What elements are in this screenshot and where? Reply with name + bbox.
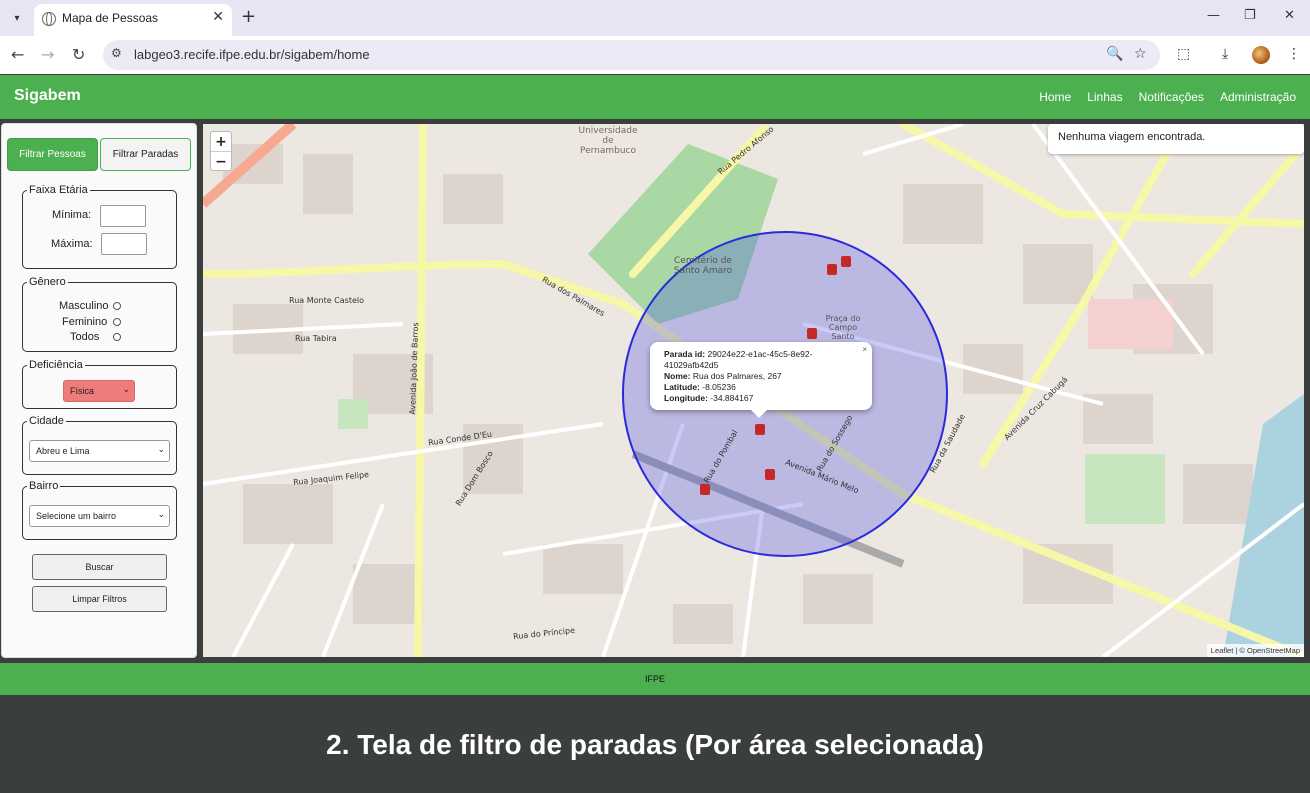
map-label-praca-campo-santo: Praça do Campo Santo <box>825 314 861 341</box>
map-attribution[interactable]: Leaflet | © OpenStreetMap <box>1206 644 1304 657</box>
bairro-select[interactable]: Selecione um bairro ⌄ <box>29 505 170 527</box>
close-window-icon[interactable]: ✕ <box>1284 8 1295 23</box>
popup-close-icon[interactable]: × <box>862 344 867 355</box>
buscar-button[interactable]: Buscar <box>32 554 167 580</box>
bookmark-star-icon[interactable]: ☆ <box>1134 46 1147 62</box>
min-age-label: Mínima: <box>52 209 92 221</box>
filter-sidebar: Filtrar Pessoas Filtrar Paradas Faixa Et… <box>1 123 197 658</box>
popup-lat-label: Latitude: <box>664 382 700 392</box>
zoom-out-button[interactable]: − <box>211 152 231 172</box>
nav-administracao[interactable]: Administração <box>1220 90 1296 104</box>
menu-kebab-icon[interactable]: ⋮ <box>1287 46 1301 62</box>
globe-icon <box>42 12 56 26</box>
forward-icon[interactable]: → <box>41 45 54 64</box>
bairro-value: Selecione um bairro <box>36 511 117 521</box>
screenshot-caption: 2. Tela de filtro de paradas (Por área s… <box>0 696 1310 793</box>
browser-toolbar: ← → ↻ ⚙ labgeo3.recife.ifpe.edu.br/sigab… <box>0 36 1310 74</box>
download-icon[interactable]: ⤓ <box>1222 46 1228 62</box>
profile-avatar[interactable] <box>1252 46 1270 64</box>
max-age-input[interactable] <box>101 233 147 255</box>
faixa-etaria-group: Faixa Etária <box>22 184 177 269</box>
map-label-universidade: Universidade de Pernambuco <box>578 126 638 156</box>
trip-notice: Nenhuma viagem encontrada. <box>1048 124 1304 154</box>
deficiencia-value: Física <box>70 386 95 396</box>
genero-masculino-radio[interactable] <box>113 302 121 310</box>
stop-popup: × Parada id: 29024e22-e1ac-45c5-8e92-410… <box>650 342 872 418</box>
close-tab-icon[interactable]: ✕ <box>212 9 224 25</box>
zoom-icon[interactable]: 🔍 <box>1106 46 1123 62</box>
zoom-control: + − <box>210 131 232 171</box>
popup-nome-row: Nome: Rua dos Palmares, 267 <box>664 371 858 382</box>
tab-title: Mapa de Pessoas <box>62 11 159 25</box>
bairro-legend: Bairro <box>29 480 59 492</box>
brand-logo[interactable]: Sigabem <box>14 87 81 105</box>
cidade-legend: Cidade <box>29 415 64 427</box>
browser-tab[interactable]: Mapa de Pessoas ✕ <box>34 4 232 36</box>
app-header: Sigabem Home Linhas Notificações Adminis… <box>0 75 1310 119</box>
main-nav: Home Linhas Notificações Administração <box>1039 90 1296 104</box>
popup-parada-label: Parada id: <box>664 349 706 359</box>
chevron-down-icon: ⌄ <box>157 444 165 454</box>
faixa-etaria-legend: Faixa Etária <box>29 184 88 196</box>
tab-filtrar-paradas[interactable]: Filtrar Paradas <box>100 138 191 171</box>
back-icon[interactable]: ← <box>11 45 24 64</box>
max-age-label: Máxima: <box>51 238 93 250</box>
genero-masculino-label: Masculino <box>59 300 109 312</box>
tab-search-icon[interactable]: ▾ <box>7 8 27 28</box>
chevron-down-icon: ⌄ <box>157 509 165 519</box>
genero-legend: Gênero <box>29 276 66 288</box>
popup-lat-row: Latitude: -8.05236 <box>664 382 858 393</box>
popup-lat-value: -8.05236 <box>702 382 736 392</box>
genero-todos-label: Todos <box>70 331 100 343</box>
zoom-in-button[interactable]: + <box>211 132 231 152</box>
tab-filtrar-pessoas[interactable]: Filtrar Pessoas <box>7 138 98 171</box>
popup-tip <box>751 410 767 418</box>
deficiencia-select[interactable]: Física ⌄ <box>63 380 135 402</box>
genero-feminino-radio[interactable] <box>113 318 121 326</box>
genero-feminino-label: Feminino <box>62 316 108 328</box>
app-footer: IFPE <box>0 663 1310 695</box>
maximize-icon[interactable]: ❐ <box>1244 8 1256 23</box>
genero-todos-radio[interactable] <box>113 333 121 341</box>
nav-home[interactable]: Home <box>1039 90 1071 104</box>
url-text[interactable]: labgeo3.recife.ifpe.edu.br/sigabem/home <box>134 47 370 62</box>
popup-lon-label: Longitude: <box>664 393 708 403</box>
popup-nome-label: Nome: <box>664 371 691 381</box>
map-label-rua-tabira: Rua Tabira <box>295 334 337 343</box>
map-label-cemiterio: Cemitério de Santo Amaro <box>673 256 733 276</box>
address-bar[interactable]: ⚙ labgeo3.recife.ifpe.edu.br/sigabem/hom… <box>103 40 1160 70</box>
popup-lon-row: Longitude: -34.884167 <box>664 393 858 404</box>
popup-lon-value: -34.884167 <box>710 393 754 403</box>
map-view[interactable]: Universidade de Pernambuco Cemitério de … <box>203 124 1304 657</box>
min-age-input[interactable] <box>100 205 146 227</box>
genero-group: Gênero <box>22 276 177 352</box>
nav-linhas[interactable]: Linhas <box>1087 90 1122 104</box>
cidade-value: Abreu e Lima <box>36 446 90 456</box>
new-tab-icon[interactable]: + <box>241 6 256 27</box>
nav-notificacoes[interactable]: Notificações <box>1139 90 1204 104</box>
map-label-rua-monte-castelo: Rua Monte Castelo <box>289 296 365 305</box>
popup-parada-row: Parada id: 29024e22-e1ac-45c5-8e92-41029… <box>664 349 858 371</box>
reload-icon[interactable]: ↻ <box>72 45 85 64</box>
cidade-select[interactable]: Abreu e Lima ⌄ <box>29 440 170 462</box>
chevron-down-icon: ⌄ <box>122 384 130 394</box>
minimize-icon[interactable]: — <box>1207 8 1220 23</box>
deficiencia-legend: Deficiência <box>29 359 83 371</box>
limpar-filtros-button[interactable]: Limpar Filtros <box>32 586 167 612</box>
popup-nome-value: Rua dos Palmares, 267 <box>692 371 782 381</box>
site-info-icon[interactable]: ⚙ <box>111 46 122 60</box>
browser-tab-strip: ▾ Mapa de Pessoas ✕ + — ❐ ✕ <box>0 0 1310 36</box>
extensions-icon[interactable]: ⬚ <box>1177 46 1190 62</box>
